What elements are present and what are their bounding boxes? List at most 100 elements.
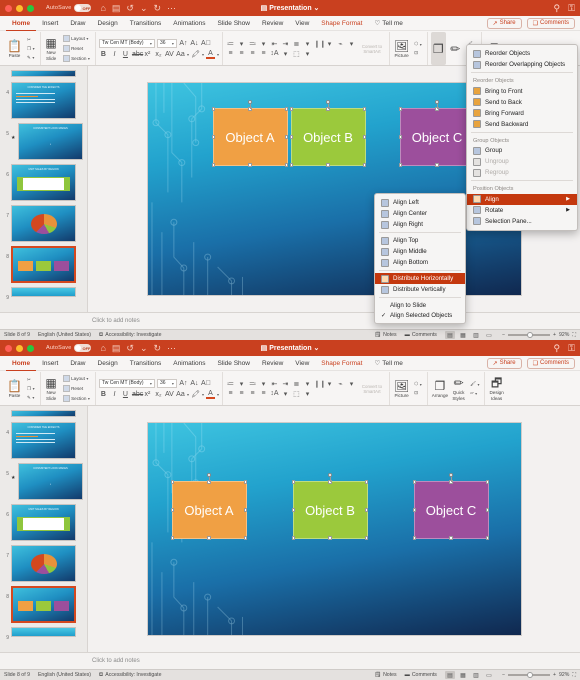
- menu-item-align-middle[interactable]: Align Middle: [375, 246, 465, 257]
- chevron-down-icon[interactable]: ▾: [475, 391, 477, 396]
- normal-view-button[interactable]: ▤: [444, 671, 455, 679]
- tab-review[interactable]: Review: [256, 356, 289, 371]
- maximize-button[interactable]: [27, 344, 34, 352]
- tab-view[interactable]: View: [289, 16, 315, 31]
- zoom-control[interactable]: − +92% ⛶: [502, 672, 576, 679]
- title-dropdown-icon[interactable]: ⌄: [312, 345, 320, 352]
- chevron-down-icon[interactable]: ▾: [150, 41, 152, 46]
- tab-home[interactable]: Home: [6, 356, 37, 371]
- text-direction-icon[interactable]: ↕A: [270, 390, 279, 397]
- new-slide-button[interactable]: ▦ New Slide: [44, 32, 59, 65]
- bullets-icon[interactable]: ≔: [226, 40, 235, 48]
- menu-item-send-backward[interactable]: Send Backward: [467, 119, 577, 130]
- align-text-icon[interactable]: ⬚: [292, 50, 301, 58]
- align-text-icon[interactable]: ⬚: [292, 390, 301, 398]
- resize-handle[interactable]: [211, 135, 216, 139]
- font-name-input[interactable]: Tw Cen MT (Body) ▾: [98, 38, 155, 48]
- normal-view-button[interactable]: ▤: [444, 331, 455, 339]
- rotate-handle[interactable]: [326, 100, 330, 104]
- text-highlight-color-icon[interactable]: 🖍: [191, 390, 200, 398]
- resize-handle[interactable]: [364, 480, 369, 484]
- menu-item-align-left[interactable]: Align Left: [375, 197, 465, 208]
- chevron-down-icon[interactable]: ▾: [172, 381, 174, 386]
- resize-handle[interactable]: [170, 508, 175, 512]
- resize-handle[interactable]: [211, 107, 216, 111]
- textbox-button[interactable]: ⊡: [412, 49, 424, 57]
- reading-view-button[interactable]: ▥: [471, 331, 481, 339]
- chevron-down-icon[interactable]: ▾: [237, 40, 246, 48]
- redo-icon[interactable]: ↻: [154, 343, 162, 354]
- undo-icon[interactable]: ↺: [126, 3, 134, 14]
- shapes-button[interactable]: ⬡ ▾: [412, 40, 424, 48]
- decrease-indent-icon[interactable]: ⇤: [270, 380, 279, 388]
- line-spacing-icon[interactable]: ≣: [292, 40, 301, 48]
- zoom-in-button[interactable]: +: [553, 332, 556, 338]
- change-case-icon[interactable]: Aa: [176, 391, 185, 398]
- slide-canvas[interactable]: Object A Object B Object C: [146, 422, 522, 636]
- chevron-down-icon[interactable]: ▾: [281, 390, 290, 398]
- superscript-button[interactable]: x²: [143, 391, 152, 398]
- resize-handle[interactable]: [412, 480, 417, 484]
- resize-handle[interactable]: [207, 536, 211, 540]
- resize-handle[interactable]: [398, 135, 403, 139]
- thumbnail-row[interactable]: 9: [0, 625, 87, 643]
- language-label[interactable]: English (United States): [38, 672, 91, 678]
- zoom-slider[interactable]: [507, 671, 550, 678]
- smartart-convert-icon[interactable]: ⌁: [336, 40, 345, 48]
- titlebar-right-icons[interactable]: ⚲ ⚿: [554, 3, 575, 14]
- quick-access-toolbar[interactable]: ⌂ ▤ ↺ ⌄ ↻ ⋯: [100, 3, 176, 14]
- resize-handle[interactable]: [364, 508, 369, 512]
- menu-item-bring-to-front[interactable]: Bring to Front: [467, 86, 577, 97]
- resize-handle[interactable]: [243, 536, 248, 540]
- ribbon-display-icon[interactable]: ⚿: [568, 3, 575, 14]
- tab-transitions[interactable]: Transitions: [124, 16, 168, 31]
- bold-button[interactable]: B: [99, 391, 108, 398]
- resize-handle[interactable]: [398, 107, 403, 111]
- chevron-down-icon[interactable]: ▾: [303, 390, 312, 398]
- slide-thumbnails-panel[interactable]: 4 CONSIDER THE EFFECTS 5 ★ CONSISTENT LOOK M…: [0, 406, 88, 652]
- thumbnail-row[interactable]: 8: [0, 584, 87, 625]
- zoom-slider-knob[interactable]: [526, 331, 533, 338]
- resize-handle[interactable]: [364, 536, 369, 540]
- close-button[interactable]: [5, 4, 12, 12]
- slideshow-button[interactable]: ▭: [484, 331, 494, 339]
- change-case-icon[interactable]: Aa: [176, 51, 185, 58]
- thumbnail-row[interactable]: 8: [0, 244, 87, 285]
- more-icon[interactable]: ⋯: [167, 3, 176, 14]
- justify-icon[interactable]: ≡: [259, 50, 268, 57]
- thumbnail-row[interactable]: 6 UNIT SALES BY REGION: [0, 502, 87, 543]
- chevron-down-icon[interactable]: ▾: [217, 392, 219, 397]
- resize-handle[interactable]: [362, 107, 367, 111]
- menu-item-send-to-back[interactable]: Send to Back: [467, 97, 577, 108]
- menu-item-align-right[interactable]: Align Right: [375, 219, 465, 230]
- resize-handle[interactable]: [291, 536, 296, 540]
- quick-styles-button[interactable]: ✏ Quick Styles: [451, 372, 466, 405]
- comments-button[interactable]: ▬ Comments: [405, 672, 437, 678]
- resize-handle[interactable]: [485, 480, 490, 484]
- chevron-down-icon[interactable]: ▾: [420, 382, 422, 387]
- arrange-button[interactable]: ❐: [430, 32, 446, 65]
- menu-item-group[interactable]: Group: [467, 145, 577, 156]
- comments-button[interactable]: ▬ Comments: [405, 332, 437, 338]
- chevron-down-icon[interactable]: ▾: [202, 392, 204, 397]
- language-label[interactable]: English (United States): [38, 332, 91, 338]
- zoom-out-button[interactable]: −: [502, 672, 505, 678]
- textbox-button[interactable]: ⊡: [412, 389, 424, 397]
- format-painter-icon[interactable]: ✎ ▾: [25, 394, 37, 402]
- shapes-button[interactable]: ⬡ ▾: [412, 380, 424, 388]
- subscript-button[interactable]: x₂: [154, 391, 163, 398]
- resize-handle[interactable]: [284, 163, 289, 167]
- resize-handle[interactable]: [485, 508, 490, 512]
- shape-fill-button[interactable]: 🖌▾: [468, 380, 481, 388]
- clear-formatting-icon[interactable]: A⃠: [201, 40, 211, 47]
- shrink-font-icon[interactable]: A↓: [190, 40, 199, 47]
- maximize-button[interactable]: [27, 4, 34, 12]
- resize-handle[interactable]: [291, 508, 296, 512]
- chevron-down-icon[interactable]: ▾: [281, 50, 290, 58]
- rotate-handle[interactable]: [207, 473, 211, 477]
- strikethrough-button[interactable]: abc: [132, 51, 143, 58]
- zoom-control[interactable]: − +92% ⛶: [502, 332, 576, 339]
- autosave-toggle[interactable]: OFF: [74, 344, 92, 352]
- resize-handle[interactable]: [170, 480, 175, 484]
- save-icon[interactable]: ▤: [112, 3, 121, 14]
